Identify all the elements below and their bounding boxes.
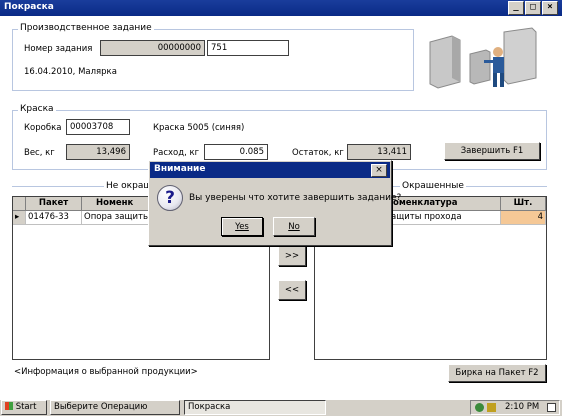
packet-tag-button[interactable]: Бирка на Пакет F2 xyxy=(448,364,546,382)
start-label: Start xyxy=(15,402,37,412)
production-task-group xyxy=(12,29,414,91)
remainder-label: Остаток, кг xyxy=(292,148,344,158)
table-cell-packet[interactable]: 01476-33 xyxy=(26,211,82,225)
network-icon[interactable] xyxy=(475,403,484,412)
window-title: Покраска xyxy=(4,2,54,12)
task-date-operation: 16.04.2010, Малярка xyxy=(24,67,117,77)
consumption-field[interactable]: 0.085 xyxy=(204,144,268,160)
table-cell-qty[interactable]: 4 xyxy=(501,211,546,225)
move-back-button[interactable]: << xyxy=(278,280,306,300)
painter-illustration-icon xyxy=(429,27,537,89)
task-number-prefix-field: 00000000 xyxy=(100,40,205,56)
paint-name: Краска 5005 (синяя) xyxy=(153,123,245,133)
move-forward-button[interactable]: >> xyxy=(278,246,306,266)
dialog-titlebar: Внимание xyxy=(150,162,390,178)
confirm-dialog: Внимание × ? Вы уверены что хотите завер… xyxy=(148,160,401,246)
remainder-field: 13,411 xyxy=(347,144,411,160)
task-number-field[interactable]: 751 xyxy=(207,40,289,56)
dialog-title: Внимание xyxy=(154,164,206,174)
row-header-corner xyxy=(13,197,26,211)
windows-logo-icon xyxy=(5,402,13,410)
yes-button[interactable]: Yes xyxy=(221,217,263,236)
consumption-label: Расход, кг xyxy=(153,148,200,158)
minimize-icon[interactable]: _ xyxy=(508,1,524,15)
task-painting[interactable]: Покраска xyxy=(184,400,326,415)
tray-app-icon[interactable] xyxy=(487,403,496,412)
right-panel-legend: Окрашенные xyxy=(400,181,466,191)
column-header-packet[interactable]: Пакет xyxy=(26,197,82,211)
finish-button[interactable]: Завершить F1 xyxy=(444,142,540,160)
question-icon: ? xyxy=(157,185,183,211)
system-tray: 2:10 PM xyxy=(470,400,560,415)
box-label: Коробка xyxy=(24,123,62,133)
dialog-close-icon[interactable]: × xyxy=(371,164,387,177)
desktop-icon[interactable] xyxy=(547,403,556,412)
left-panel-legend: Не окраш xyxy=(104,181,154,191)
column-header-qty[interactable]: Шт. xyxy=(501,197,546,211)
maximize-icon[interactable]: □ xyxy=(525,1,541,15)
start-button[interactable]: Start xyxy=(1,400,47,415)
paint-legend: Краска xyxy=(18,104,56,114)
window-titlebar: Покраска xyxy=(0,0,562,16)
close-icon[interactable]: × xyxy=(542,1,558,15)
clock: 2:10 PM xyxy=(505,402,540,412)
dialog-message: Вы уверены что хотите завершить задание? xyxy=(189,193,402,203)
weight-label: Вес, кг xyxy=(24,148,55,158)
weight-field: 13,496 xyxy=(66,144,130,160)
production-task-legend: Производственное задание xyxy=(18,23,154,33)
box-field[interactable]: 00003708 xyxy=(66,119,130,135)
task-number-label: Номер задания xyxy=(24,44,93,54)
task-select-operation[interactable]: Выберите Операцию xyxy=(50,400,180,415)
row-selector-marker: ▸ xyxy=(13,211,26,225)
no-button[interactable]: No xyxy=(273,217,315,236)
selected-product-info: <Информация о выбранной продукции> xyxy=(14,367,198,377)
